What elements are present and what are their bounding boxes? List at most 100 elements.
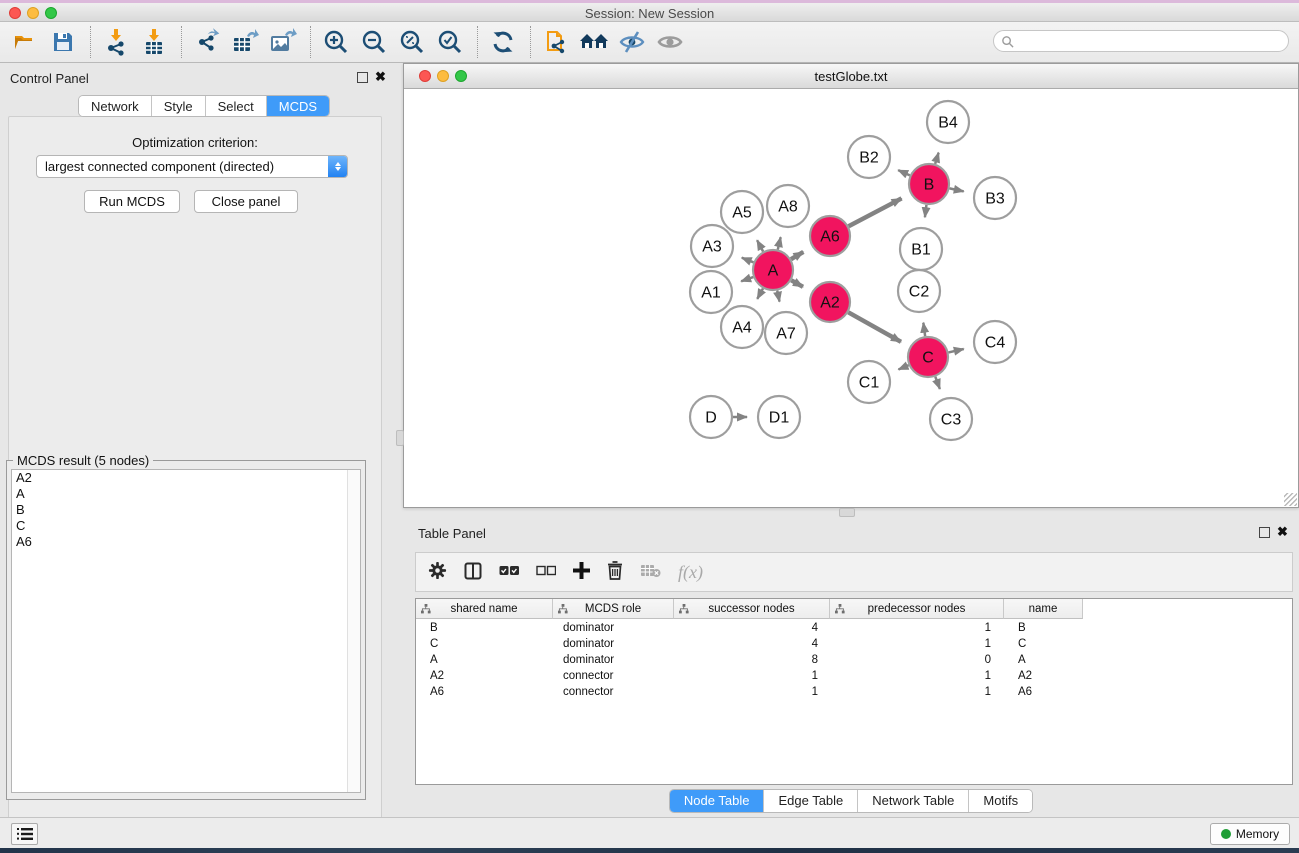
node-A3[interactable]: A3 xyxy=(691,225,733,267)
node-A4[interactable]: A4 xyxy=(721,306,763,348)
column-header[interactable]: predecessor nodes xyxy=(830,599,1004,619)
edge-A-A5[interactable] xyxy=(757,240,763,251)
import-network-icon[interactable] xyxy=(101,26,131,58)
node-C[interactable]: C xyxy=(908,337,948,377)
network-canvas[interactable]: AA1A2A3A4A5A6A7A8BB1B2B3B4CC1C2C3C4DD1 xyxy=(405,89,1297,507)
zoom-fit-icon[interactable] xyxy=(397,26,427,58)
import-table-icon[interactable] xyxy=(139,26,169,58)
table-cell[interactable]: B xyxy=(1004,621,1083,637)
open-file-icon[interactable] xyxy=(10,26,40,58)
table-row[interactable]: A2connector11A2 xyxy=(416,669,1292,685)
column-header[interactable]: name xyxy=(1004,599,1083,619)
tab-node-table[interactable]: Node Table xyxy=(670,790,765,812)
edge-A6-B[interactable] xyxy=(849,198,902,226)
table-cell[interactable]: 8 xyxy=(674,653,830,669)
export-network-icon[interactable] xyxy=(192,26,222,58)
table-row[interactable]: Adominator80A xyxy=(416,653,1292,669)
export-image-icon[interactable] xyxy=(268,26,298,58)
run-mcds-button[interactable]: Run MCDS xyxy=(84,190,180,213)
table-cell[interactable]: A xyxy=(416,653,553,669)
node-C2[interactable]: C2 xyxy=(898,270,940,312)
node-A6[interactable]: A6 xyxy=(810,216,850,256)
table-cell[interactable]: 1 xyxy=(830,637,1004,653)
node-B2[interactable]: B2 xyxy=(848,136,890,178)
vertical-splitter-handle[interactable] xyxy=(396,430,404,446)
save-session-icon[interactable] xyxy=(48,26,78,58)
table-cell[interactable]: 1 xyxy=(674,685,830,701)
export-table-icon[interactable] xyxy=(230,26,260,58)
table-cell[interactable]: 4 xyxy=(674,621,830,637)
search-input[interactable] xyxy=(1014,32,1288,50)
deselect-all-rows-icon[interactable] xyxy=(536,565,556,580)
edge-C-C2[interactable] xyxy=(923,323,925,336)
tab-motifs[interactable]: Motifs xyxy=(969,790,1032,812)
delete-column-icon[interactable] xyxy=(607,561,623,583)
edge-B-B1[interactable] xyxy=(925,205,927,217)
table-cell[interactable]: A6 xyxy=(416,685,553,701)
search-field[interactable] xyxy=(993,30,1289,52)
node-A8[interactable]: A8 xyxy=(767,185,809,227)
table-cell[interactable]: 1 xyxy=(830,621,1004,637)
table-cell[interactable]: connector xyxy=(553,669,674,685)
horizontal-splitter-handle[interactable] xyxy=(839,508,855,517)
result-list-item[interactable]: C xyxy=(12,518,360,534)
node-A5[interactable]: A5 xyxy=(721,191,763,233)
zoom-out-icon[interactable] xyxy=(359,26,389,58)
result-list-item[interactable]: A xyxy=(12,486,360,502)
hide-selected-icon[interactable] xyxy=(617,26,647,58)
edge-C-C1[interactable] xyxy=(898,365,908,369)
table-cell[interactable]: 1 xyxy=(674,669,830,685)
edge-A-A7[interactable] xyxy=(777,291,779,302)
column-header[interactable]: shared name xyxy=(416,599,553,619)
node-C1[interactable]: C1 xyxy=(848,361,890,403)
edge-A-A6[interactable] xyxy=(791,252,803,259)
edge-A2-C[interactable] xyxy=(848,312,901,342)
node-B1[interactable]: B1 xyxy=(900,228,942,270)
tab-network-table[interactable]: Network Table xyxy=(858,790,969,812)
node-C4[interactable]: C4 xyxy=(974,321,1016,363)
close-panel-button[interactable]: Close panel xyxy=(194,190,298,213)
tab-select[interactable]: Select xyxy=(206,96,267,117)
task-history-button[interactable] xyxy=(11,823,38,845)
table-cell[interactable]: C xyxy=(416,637,553,653)
table-row[interactable]: Bdominator41B xyxy=(416,621,1292,637)
tab-style[interactable]: Style xyxy=(152,96,206,117)
edge-C-C4[interactable] xyxy=(948,349,963,352)
column-header[interactable]: MCDS role xyxy=(553,599,674,619)
result-scrollbar[interactable] xyxy=(347,470,360,792)
edge-A-A2[interactable] xyxy=(791,280,803,287)
edge-C-C3[interactable] xyxy=(935,377,940,389)
edge-B-B4[interactable] xyxy=(935,153,938,164)
node-B4[interactable]: B4 xyxy=(927,101,969,143)
edge-A-A3[interactable] xyxy=(742,258,754,263)
edge-B-B3[interactable] xyxy=(950,188,964,191)
refresh-icon[interactable] xyxy=(488,26,518,58)
tab-mcds[interactable]: MCDS xyxy=(267,96,329,117)
show-columns-icon[interactable] xyxy=(464,562,482,583)
float-panel-icon[interactable] xyxy=(357,72,368,83)
table-cell[interactable]: 1 xyxy=(830,685,1004,701)
select-all-rows-icon[interactable] xyxy=(499,565,519,580)
add-column-icon[interactable] xyxy=(573,562,590,582)
table-cell[interactable]: A6 xyxy=(1004,685,1083,701)
criterion-dropdown[interactable]: largest connected component (directed) xyxy=(36,155,348,178)
node-A[interactable]: A xyxy=(753,250,793,290)
edge-B-B2[interactable] xyxy=(898,170,910,175)
table-cell[interactable]: A2 xyxy=(416,669,553,685)
table-settings-gear-icon[interactable] xyxy=(428,561,447,583)
close-table-panel-icon[interactable]: ✖ xyxy=(1277,526,1288,537)
node-A2[interactable]: A2 xyxy=(810,282,850,322)
edge-A-A8[interactable] xyxy=(778,237,781,249)
table-cell[interactable]: 0 xyxy=(830,653,1004,669)
network-window-titlebar[interactable]: testGlobe.txt xyxy=(404,64,1298,89)
table-row[interactable]: A6connector11A6 xyxy=(416,685,1292,701)
node-A7[interactable]: A7 xyxy=(765,312,807,354)
table-cell[interactable]: C xyxy=(1004,637,1083,653)
table-cell[interactable]: dominator xyxy=(553,653,674,669)
tab-edge-table[interactable]: Edge Table xyxy=(764,790,858,812)
tab-network[interactable]: Network xyxy=(79,96,152,117)
table-row[interactable]: Cdominator41C xyxy=(416,637,1292,653)
node-C3[interactable]: C3 xyxy=(930,398,972,440)
result-list-item[interactable]: A6 xyxy=(12,534,360,550)
float-table-panel-icon[interactable] xyxy=(1259,527,1270,538)
